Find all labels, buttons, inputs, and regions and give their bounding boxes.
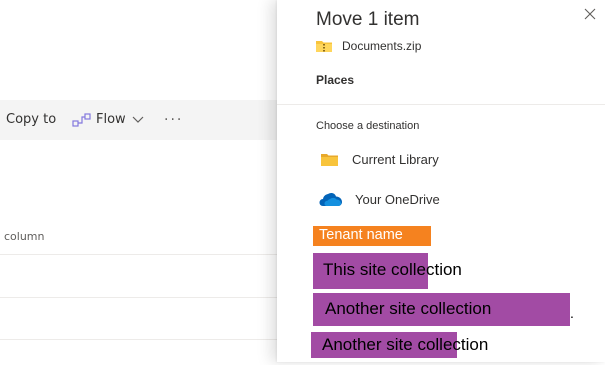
- row-divider: [0, 339, 280, 340]
- column-header[interactable]: column: [4, 230, 45, 243]
- site-collection-label: Another site collection: [322, 335, 489, 354]
- flow-icon: [72, 113, 91, 127]
- trailing-mark: .: [570, 305, 574, 321]
- more-options-button[interactable]: ···: [164, 100, 183, 140]
- file-name: Documents.zip: [342, 39, 422, 53]
- copy-to-button[interactable]: Copy to: [6, 100, 56, 140]
- choose-destination-label: Choose a destination: [316, 120, 420, 132]
- selected-file: Documents.zip: [316, 37, 421, 55]
- onedrive-icon: [319, 192, 342, 206]
- row-divider: [0, 297, 280, 298]
- site-collection-destination[interactable]: This site collection: [313, 253, 513, 289]
- row-divider: [0, 254, 280, 255]
- destination-label: Your OneDrive: [355, 191, 440, 207]
- site-collection-label: This site collection: [323, 260, 462, 279]
- site-collection-label: Another site collection: [325, 299, 492, 318]
- flow-button[interactable]: Flow: [72, 100, 144, 140]
- tenant-name-label: Tenant name: [319, 227, 403, 243]
- chevron-down-icon: [132, 116, 144, 123]
- tenant-name-destination[interactable]: Tenant name: [313, 226, 431, 246]
- site-collection-destination[interactable]: Another site collection .: [313, 293, 583, 326]
- folder-icon: [321, 153, 338, 166]
- panel-divider: [277, 104, 605, 105]
- places-heading: Places: [316, 73, 355, 87]
- destination-label: Current Library: [352, 152, 439, 167]
- flow-label: Flow: [96, 112, 126, 127]
- site-collection-destination[interactable]: Another site collection: [311, 332, 531, 358]
- close-icon[interactable]: [584, 8, 596, 20]
- destination-onedrive[interactable]: Your OneDrive: [319, 191, 440, 207]
- zip-folder-icon: [316, 41, 332, 52]
- panel-title: Move 1 item: [316, 9, 420, 30]
- destination-current-library[interactable]: Current Library: [321, 152, 439, 167]
